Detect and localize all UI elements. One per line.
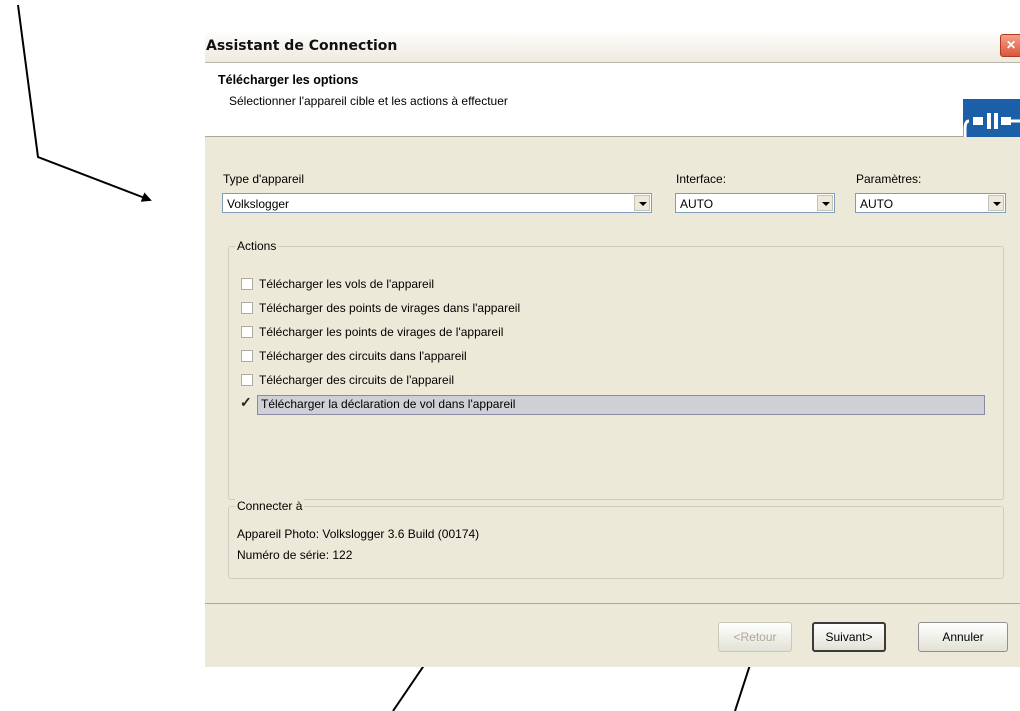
wizard-footer: <Retour Suivant> Annuler: [205, 603, 1020, 667]
action-label: Télécharger les points de virages de l'a…: [259, 325, 504, 339]
checkbox[interactable]: [241, 302, 253, 314]
action-label: Télécharger des circuits dans l'appareil: [259, 349, 467, 363]
next-button[interactable]: Suivant>: [812, 622, 886, 652]
parameters-select[interactable]: AUTO: [855, 193, 1006, 213]
device-type-value: Volkslogger: [227, 197, 290, 211]
interface-label: Interface:: [676, 172, 727, 186]
device-type-label: Type d'appareil: [223, 172, 305, 186]
cancel-button[interactable]: Annuler: [918, 622, 1008, 652]
checkbox[interactable]: [241, 350, 253, 362]
wizard-body: Type d'appareil Volkslogger Interface: A…: [205, 137, 1020, 603]
interface-value: AUTO: [680, 197, 714, 211]
actions-legend: Actions: [235, 239, 279, 253]
page-subtitle: Sélectionner l'appareil cible et les act…: [229, 94, 508, 108]
action-label: Télécharger des circuits de l'appareil: [259, 373, 455, 387]
close-button[interactable]: ✕: [1000, 34, 1020, 57]
connection-wizard-dialog: Assistant de Connection ✕ Télécharger le…: [205, 32, 1020, 667]
action-label: Télécharger des points de virages dans l…: [259, 301, 521, 315]
chevron-down-icon[interactable]: [988, 195, 1004, 211]
parameters-value: AUTO: [860, 197, 894, 211]
serial-number: Numéro de série: 122: [237, 548, 353, 562]
window-title: Assistant de Connection: [206, 38, 398, 54]
title-bar: Assistant de Connection ✕: [205, 32, 1020, 63]
device-info: Appareil Photo: Volkslogger 3.6 Build (0…: [237, 527, 480, 541]
connect-legend: Connecter à: [235, 499, 305, 513]
checkbox-checked[interactable]: [240, 394, 253, 411]
chevron-down-icon[interactable]: [817, 195, 833, 211]
actions-group: Actions Télécharger les vols de l'appare…: [228, 239, 1004, 500]
page-title: Télécharger les options: [218, 73, 359, 87]
wizard-header: Télécharger les options Sélectionner l'a…: [205, 63, 1020, 143]
interface-select[interactable]: AUTO: [675, 193, 835, 213]
action-label: Télécharger la déclaration de vol dans l…: [257, 395, 985, 415]
parameters-label: Paramètres:: [856, 172, 922, 186]
connect-group: Connecter à Appareil Photo: Volkslogger …: [228, 499, 1004, 579]
action-label: Télécharger les vols de l'appareil: [259, 277, 435, 291]
device-type-select[interactable]: Volkslogger: [222, 193, 652, 213]
back-button[interactable]: <Retour: [718, 622, 792, 652]
checkbox[interactable]: [241, 374, 253, 386]
checkbox[interactable]: [241, 278, 253, 290]
chevron-down-icon[interactable]: [634, 195, 650, 211]
annotation-arrow-device: [17, 4, 152, 202]
checkbox[interactable]: [241, 326, 253, 338]
